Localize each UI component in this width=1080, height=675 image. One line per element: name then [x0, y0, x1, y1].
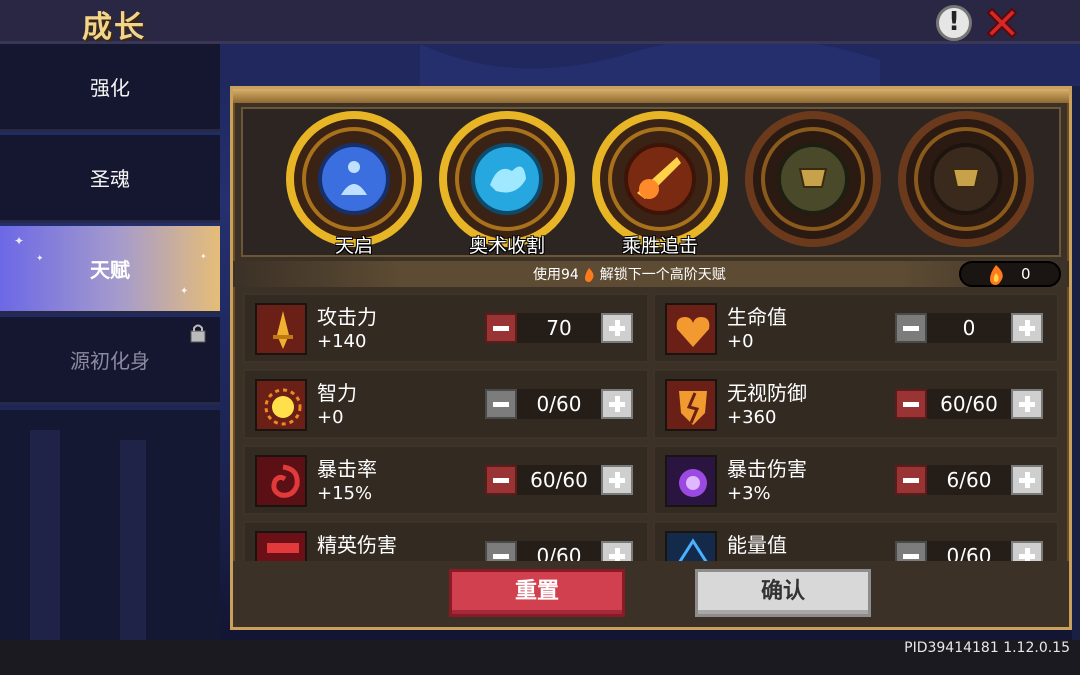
talent-points-value: 0 [1021, 265, 1031, 283]
stat-points: 70 [517, 313, 601, 343]
increase-button[interactable] [1011, 313, 1043, 343]
sidebar-item-primal-avatar[interactable]: 源初化身 [0, 317, 220, 405]
unlock-hint-cost: 使用94 [533, 267, 579, 283]
increase-button[interactable] [601, 313, 633, 343]
close-button[interactable] [982, 3, 1022, 43]
stat-points: 0/60 [517, 389, 601, 419]
top-bar: 成长 ! [0, 0, 1080, 45]
energy-triangle-icon [665, 531, 717, 561]
fire-icon [990, 265, 1003, 285]
decrease-button[interactable] [895, 541, 927, 561]
stat-name: 无视防御 [727, 381, 807, 405]
unlock-hint-label: 解锁下一个高阶天赋 [599, 267, 726, 283]
stat-name: 暴击率 [317, 457, 377, 481]
decrease-button[interactable] [485, 465, 517, 495]
stat-name: 智力 [317, 381, 357, 405]
increase-button[interactable] [601, 541, 633, 561]
decrease-button[interactable] [485, 313, 517, 343]
stat-name: 精英伤害 [317, 533, 397, 557]
stat-row-elite-damage: 精英伤害 0/60 [243, 521, 649, 561]
elite-crest-icon [255, 531, 307, 561]
stat-row-intelligence: 智力 +0 0/60 [243, 369, 649, 439]
increase-button[interactable] [601, 465, 633, 495]
panel-frame-top [233, 89, 1069, 103]
unlock-hint-bar: 使用94 解锁下一个高阶天赋 0 [233, 261, 1069, 287]
talent-points-counter: 0 [959, 261, 1061, 287]
close-icon [986, 7, 1018, 39]
stat-row-hp: 生命值 +0 0 [653, 293, 1059, 363]
info-button[interactable]: ! [936, 5, 972, 41]
stat-value: +0 [727, 331, 754, 352]
stat-name: 能量值 [727, 533, 787, 557]
red-swirl-icon [255, 455, 307, 507]
talent-arcane-harvest[interactable]: 奥术收割 [434, 111, 580, 257]
stat-name: 攻击力 [317, 305, 377, 329]
talent-locked-1[interactable] [740, 111, 886, 257]
stat-value: +3% [727, 483, 771, 504]
decrease-button[interactable] [895, 465, 927, 495]
talent-tree-strip: 天启 奥术收割 乘胜追击 [241, 107, 1061, 257]
sidebar-item-label: 强化 [90, 76, 130, 100]
reset-button[interactable]: 重置 [449, 569, 625, 617]
decrease-button[interactable] [485, 541, 517, 561]
talent-apocalypse[interactable]: 天启 [281, 111, 427, 257]
version-label: PID39414181 1.12.0.15 [904, 640, 1070, 656]
sidebar-item-talent[interactable]: ✦ ✦ ✦ ✦ 天赋 [0, 226, 220, 314]
stat-row-crit-damage: 暴击伤害 +3% 6/60 [653, 445, 1059, 515]
sidebar-item-label: 源初化身 [70, 349, 150, 373]
increase-button[interactable] [1011, 541, 1043, 561]
stat-points: 0/60 [517, 541, 601, 561]
stat-points: 60/60 [517, 465, 601, 495]
locked-crest-icon [745, 111, 881, 247]
purple-orb-icon [665, 455, 717, 507]
stat-value: +360 [727, 407, 777, 428]
lock-icon [190, 324, 206, 343]
page-title: 成长 [82, 10, 146, 45]
unlock-hint: 使用94 解锁下一个高阶天赋 [533, 264, 726, 284]
stat-points: 60/60 [927, 389, 1011, 419]
sidebar-item-label: 天赋 [90, 258, 130, 282]
locked-crest-icon [898, 111, 1034, 247]
stat-points: 0 [927, 313, 1011, 343]
increase-button[interactable] [1011, 389, 1043, 419]
heart-icon [665, 303, 717, 355]
broken-shield-icon [665, 379, 717, 431]
talent-panel: 天启 奥术收割 乘胜追击 使用94 解锁下一个高阶天赋 0 攻击力 +140 7… [230, 86, 1072, 630]
stat-points: 0/60 [927, 541, 1011, 561]
sun-orb-icon [255, 379, 307, 431]
sword-icon [255, 303, 307, 355]
confirm-button[interactable]: 确认 [695, 569, 871, 617]
sidebar-item-label: 圣魂 [90, 167, 130, 191]
fire-icon [585, 268, 594, 282]
increase-button[interactable] [601, 389, 633, 419]
stat-row-crit-rate: 暴击率 +15% 60/60 [243, 445, 649, 515]
action-bar: 重置 确认 [233, 561, 1069, 627]
talent-name: 乘胜追击 [621, 235, 698, 257]
stat-row-ignore-defense: 无视防御 +360 60/60 [653, 369, 1059, 439]
growth-screen: 成长 ! 强化 圣魂 ✦ ✦ ✦ ✦ 天赋 源初化身 天启 奥术收割 乘胜追击 … [0, 0, 1080, 675]
talent-name: 奥术收割 [468, 235, 545, 257]
stat-value: +15% [317, 483, 373, 504]
talent-name: 天启 [334, 235, 373, 257]
decrease-button[interactable] [485, 389, 517, 419]
stat-row-attack: 攻击力 +140 70 [243, 293, 649, 363]
decrease-button[interactable] [895, 389, 927, 419]
stat-row-energy: 能量值 0/60 [653, 521, 1059, 561]
decrease-button[interactable] [895, 313, 927, 343]
stat-name: 生命值 [727, 305, 787, 329]
stat-value: +140 [317, 331, 367, 352]
stat-value: +0 [317, 407, 344, 428]
stat-list: 攻击力 +140 70 生命值 +0 0 智力 +0 0/60 无视防御 +36… [243, 293, 1063, 561]
sidebar-item-enhance[interactable]: 强化 [0, 44, 220, 132]
increase-button[interactable] [1011, 465, 1043, 495]
sidebar: 强化 圣魂 ✦ ✦ ✦ ✦ 天赋 源初化身 [0, 44, 220, 410]
stat-points: 6/60 [927, 465, 1011, 495]
talent-press-advantage[interactable]: 乘胜追击 [587, 111, 733, 257]
sidebar-item-holy-soul[interactable]: 圣魂 [0, 135, 220, 223]
talent-locked-2[interactable] [893, 111, 1039, 257]
stat-name: 暴击伤害 [727, 457, 807, 481]
